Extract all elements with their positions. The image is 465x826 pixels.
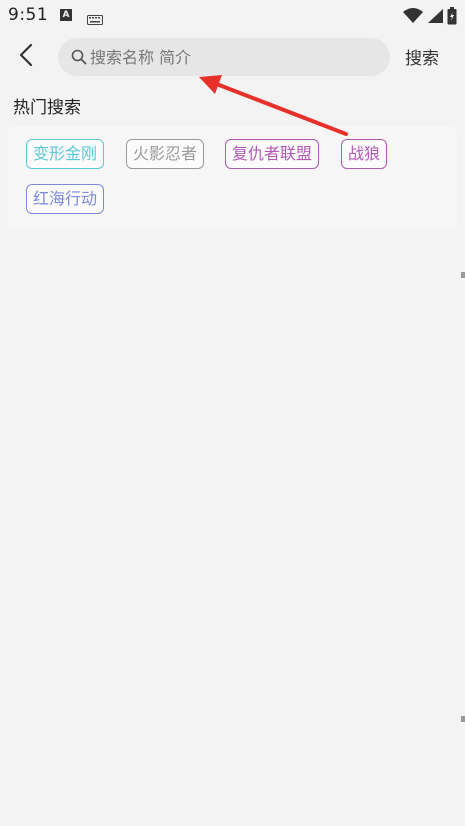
hot-tag[interactable]: 复仇者联盟: [225, 139, 320, 169]
hot-search-title: 热门搜索: [13, 98, 81, 118]
hot-tag[interactable]: 战狼: [341, 139, 388, 169]
hot-tag[interactable]: 火影忍者: [126, 139, 205, 169]
top-bar: 搜索: [0, 36, 465, 78]
hot-tag[interactable]: 变形金刚: [26, 139, 105, 169]
back-button[interactable]: [10, 40, 42, 74]
battery-icon: [447, 7, 457, 29]
annotation-arrow: [199, 75, 348, 136]
edge-mark: [461, 272, 465, 278]
search-box[interactable]: [58, 38, 390, 76]
hot-search-tags: 变形金刚 火影忍者 复仇者联盟 战狼 红海行动: [8, 126, 457, 229]
status-time: 9:51: [8, 5, 49, 25]
search-button[interactable]: 搜索: [405, 44, 439, 69]
search-icon: [70, 48, 88, 66]
notification-a-icon: A: [60, 9, 72, 21]
chevron-left-icon: [19, 43, 33, 71]
status-bar: 9:51 A: [0, 0, 465, 32]
edge-mark: [461, 716, 465, 722]
keyboard-icon: [87, 10, 103, 29]
hot-tag[interactable]: 红海行动: [26, 184, 105, 214]
wifi-icon: [403, 8, 423, 28]
signal-icon: [427, 8, 443, 28]
search-input[interactable]: [90, 47, 370, 67]
